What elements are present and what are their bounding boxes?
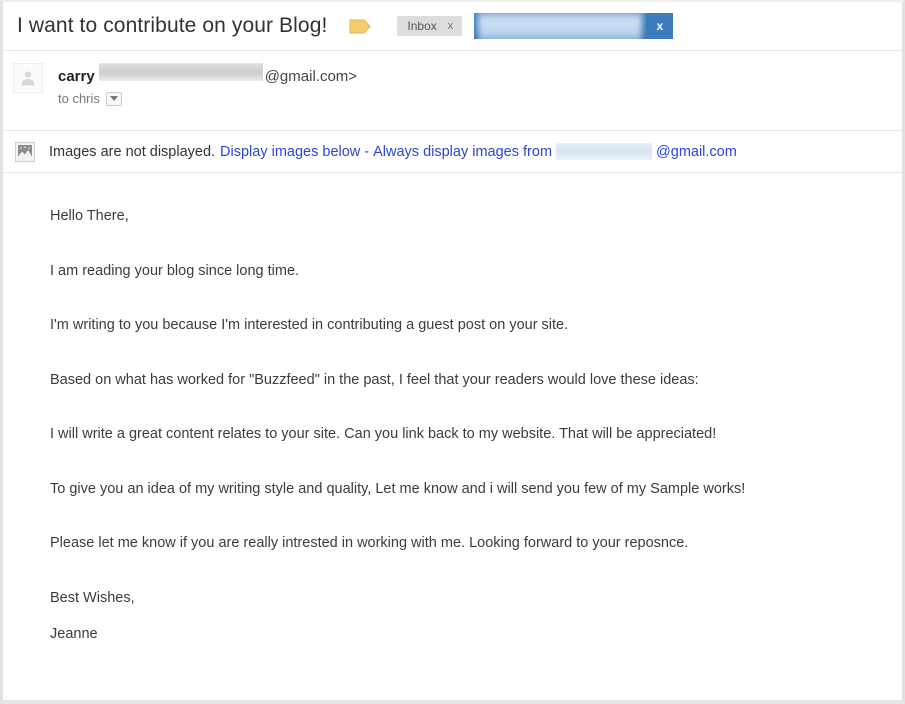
body-paragraph: I will write a great content relates to … — [50, 426, 717, 443]
email-message-window: I want to contribute on your Blog! Inbox… — [0, 0, 905, 704]
body-paragraph: To give you an idea of my writing style … — [50, 480, 746, 497]
tag-chip-inbox-label: Inbox — [407, 19, 437, 33]
tag-chip-redacted[interactable]: x — [474, 13, 674, 39]
tag-chip-group: Inbox x x — [397, 13, 674, 39]
subject-header-row: I want to contribute on your Blog! Inbox… — [3, 2, 902, 51]
body-paragraph: Please let me know if you are really int… — [50, 535, 689, 552]
images-sender-redacted — [556, 143, 653, 160]
tag-chip-inbox[interactable]: Inbox x — [397, 16, 463, 36]
images-blocked-message: Images are not displayed. — [49, 143, 216, 160]
redaction-overlay — [478, 13, 643, 39]
body-signature-name: Jeanne — [50, 625, 98, 642]
always-display-images-domain[interactable]: @gmail.com — [656, 144, 737, 160]
body-paragraph: Based on what has worked for "Buzzfeed" … — [50, 371, 699, 388]
body-paragraph: Hello There, — [50, 208, 129, 224]
tag-chip-inbox-remove-icon[interactable]: x — [448, 20, 454, 32]
chevron-down-glyph — [109, 96, 118, 101]
body-paragraph: I am reading your blog since long time. — [50, 262, 300, 279]
images-blocked-text: Images are not displayed. Display images… — [49, 143, 737, 160]
recipient-line: to chris — [58, 91, 357, 106]
label-tag-icon[interactable] — [349, 19, 372, 34]
broken-image-icon — [15, 141, 35, 162]
notice-separator: - — [364, 143, 370, 160]
message-body: Hello There, I am reading your blog sinc… — [3, 173, 902, 645]
sender-email-domain: @gmail.com> — [264, 68, 358, 85]
redaction-overlay — [556, 143, 653, 160]
images-blocked-bar: Images are not displayed. Display images… — [3, 131, 902, 173]
always-display-images-link[interactable]: Always display images from — [373, 144, 552, 160]
sender-email-redacted — [98, 63, 263, 81]
sender-name[interactable]: carry — [58, 68, 95, 85]
tag-chip-redacted-label — [474, 13, 647, 39]
page-title: I want to contribute on your Blog! — [17, 14, 328, 37]
recipient-label: to chris — [58, 91, 100, 106]
tag-chip-redacted-remove-icon[interactable]: x — [646, 13, 674, 39]
body-signoff: Best Wishes, — [50, 589, 135, 606]
body-paragraph: I'm writing to you because I'm intereste… — [50, 317, 569, 334]
sender-info: carry @gmail.com> to chris — [58, 62, 357, 130]
avatar — [13, 63, 43, 93]
sender-line: carry @gmail.com> — [58, 63, 358, 85]
display-images-below-link[interactable]: Display images below — [220, 144, 360, 160]
sender-header-row: carry @gmail.com> to chris — [3, 51, 902, 131]
redaction-overlay — [98, 63, 263, 81]
user-avatar-icon — [21, 71, 35, 86]
chevron-down-icon[interactable] — [105, 91, 122, 106]
